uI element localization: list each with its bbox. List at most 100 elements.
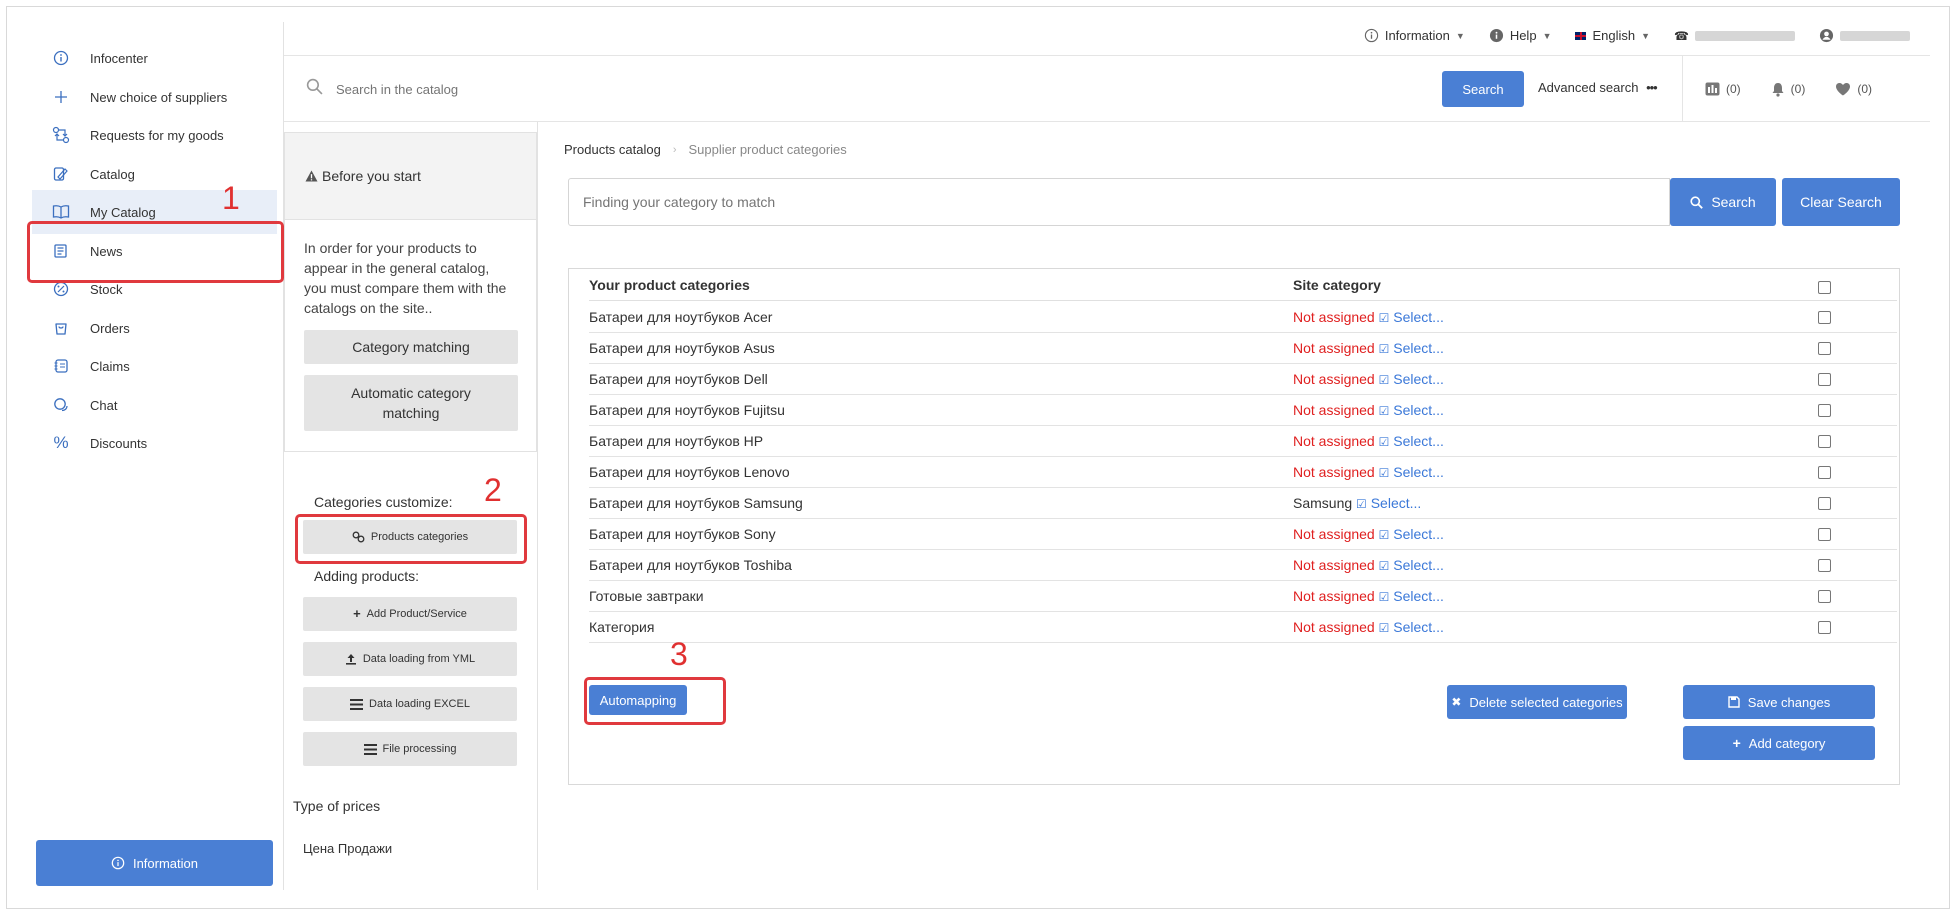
user-icon	[1819, 28, 1834, 43]
clear-search-button[interactable]: Clear Search	[1782, 178, 1900, 226]
save-icon	[1728, 696, 1740, 708]
row-checkbox[interactable]	[1818, 559, 1831, 572]
book-icon	[50, 201, 72, 223]
row-checkbox[interactable]	[1818, 466, 1831, 479]
edit-checkbox-icon: ☑	[1378, 311, 1390, 325]
favorites-count: (0)	[1857, 82, 1873, 96]
site-category-value: Not assigned	[1293, 433, 1375, 449]
table-row: Батареи для ноутбуков Fujitsu Not assigne…	[589, 395, 1897, 426]
category-name: Батареи для ноутбуков Asus	[589, 340, 775, 356]
select-category-link[interactable]: Select...	[1393, 619, 1444, 635]
category-name: Батареи для ноутбуков Acer	[589, 309, 773, 325]
site-category-cell: Not assigned ☑ Select...	[1293, 526, 1444, 542]
site-category-value: Not assigned	[1293, 402, 1375, 418]
select-category-link[interactable]: Select...	[1393, 433, 1444, 449]
row-checkbox[interactable]	[1818, 528, 1831, 541]
select-category-link[interactable]: Select...	[1393, 557, 1444, 573]
table-row: Готовые завтраки Not assigned ☑ Select...	[589, 581, 1897, 612]
data-loading-excel-button[interactable]: Data loading EXCEL	[303, 687, 517, 721]
table-row: Батареи для ноутбуков Acer Not assigned ☑…	[589, 302, 1897, 333]
row-checkbox[interactable]	[1818, 621, 1831, 634]
information-button[interactable]: Information	[36, 840, 273, 886]
category-name: Батареи для ноутбуков HP	[589, 433, 764, 449]
row-checkbox[interactable]	[1818, 342, 1831, 355]
category-search-input[interactable]	[568, 178, 1670, 226]
row-checkbox[interactable]	[1818, 404, 1831, 417]
information-button-label: Information	[132, 855, 199, 871]
bell-icon	[1771, 82, 1785, 97]
select-category-link[interactable]: Select...	[1371, 495, 1422, 511]
notifications-counter[interactable]: (0)	[1771, 82, 1805, 97]
user-name-redacted	[1840, 30, 1910, 41]
category-search-button[interactable]: Search	[1670, 178, 1776, 226]
add-category-button[interactable]: + Add category	[1683, 726, 1875, 760]
table-row: Батареи для ноутбуков Asus Not assigned ☑…	[589, 333, 1897, 364]
advanced-search-label: Advanced search	[1538, 80, 1639, 95]
header-counters: (0) (0) (0)	[1682, 56, 1872, 122]
edit-checkbox-icon: ☑	[1356, 497, 1367, 511]
sidebar-item-label: New choice of suppliers	[90, 89, 228, 105]
select-category-link[interactable]: Select...	[1393, 464, 1444, 480]
annotation-box-1	[27, 221, 284, 283]
select-category-link[interactable]: Select...	[1393, 371, 1444, 387]
advanced-search-link[interactable]: Advanced search •••	[1538, 80, 1658, 95]
information-menu[interactable]: Information ▼	[1364, 28, 1465, 43]
select-all-checkbox[interactable]	[1818, 281, 1831, 294]
catalog-icon	[50, 163, 72, 185]
sidebar-item-claims[interactable]: Claims	[32, 344, 277, 388]
row-checkbox[interactable]	[1818, 373, 1831, 386]
row-checkbox[interactable]	[1818, 311, 1831, 324]
breadcrumb: Products catalog › Supplier product cate…	[564, 142, 847, 157]
caret-down-icon: ▼	[1641, 30, 1651, 41]
site-category-value: Not assigned	[1293, 619, 1375, 635]
automatic-category-matching-button[interactable]: Automatic category matching	[304, 375, 518, 431]
search-button[interactable]: Search	[1442, 71, 1524, 107]
help-menu-label: Help	[1509, 28, 1537, 43]
sidebar-item-discounts[interactable]: % Discounts	[32, 421, 277, 465]
sidebar-item-infocenter[interactable]: Infocenter	[32, 36, 277, 80]
favorites-counter[interactable]: (0)	[1835, 82, 1872, 96]
price-type-item[interactable]: Цена Продажи	[303, 841, 392, 856]
data-loading-excel-label: Data loading EXCEL	[369, 698, 470, 710]
delete-selected-categories-button[interactable]: ✖ Delete selected categories	[1447, 685, 1627, 719]
site-category-cell: Not assigned ☑ Select...	[1293, 464, 1444, 480]
select-category-link[interactable]: Select...	[1393, 588, 1444, 604]
sidebar-item-label: Chat	[90, 397, 118, 413]
user-menu[interactable]	[1819, 28, 1910, 43]
site-category-cell: Not assigned ☑ Select...	[1293, 340, 1444, 356]
row-checkbox[interactable]	[1818, 497, 1831, 510]
site-category-value: Not assigned	[1293, 557, 1375, 573]
category-matching-button[interactable]: Category matching	[304, 330, 518, 364]
sidebar-item-label: Orders	[90, 320, 130, 336]
save-changes-button[interactable]: Save changes	[1683, 685, 1875, 719]
file-processing-button[interactable]: File processing	[303, 732, 517, 766]
table-row: Батареи для ноутбуков HP Not assigned ☑ S…	[589, 426, 1897, 457]
breadcrumb-current: Supplier product categories	[688, 142, 847, 157]
compare-count: (0)	[1726, 82, 1741, 96]
category-matching-label: Category matching	[352, 339, 470, 355]
table-row: Батареи для ноутбуков Sony Not assigned ☑…	[589, 519, 1897, 550]
site-category-cell: Not assigned ☑ Select...	[1293, 433, 1444, 449]
select-category-link[interactable]: Select...	[1393, 309, 1444, 325]
search-button-label: Search	[1462, 81, 1504, 97]
category-name: Готовые завтраки	[589, 588, 704, 604]
select-category-link[interactable]: Select...	[1393, 526, 1444, 542]
data-loading-yml-button[interactable]: Data loading from YML	[303, 642, 517, 676]
site-category-value: Not assigned	[1293, 464, 1375, 480]
row-checkbox[interactable]	[1818, 435, 1831, 448]
info-icon	[1364, 28, 1379, 43]
edit-checkbox-icon: ☑	[1378, 559, 1390, 573]
language-menu[interactable]: English ▼	[1575, 28, 1650, 43]
more-dots-icon: •••	[1646, 80, 1658, 95]
catalog-search-input[interactable]	[336, 78, 1136, 100]
search-icon	[1690, 195, 1704, 209]
add-product-button[interactable]: + Add Product/Service	[303, 597, 517, 631]
row-checkbox[interactable]	[1818, 590, 1831, 603]
sidebar-item-requests[interactable]: Requests for my goods	[32, 113, 277, 157]
compare-counter[interactable]: (0)	[1705, 82, 1741, 96]
select-category-link[interactable]: Select...	[1393, 340, 1444, 356]
select-category-link[interactable]: Select...	[1393, 402, 1444, 418]
annotation-number-1: 1	[222, 180, 240, 216]
help-menu[interactable]: Help ▼	[1489, 28, 1551, 43]
breadcrumb-products-catalog[interactable]: Products catalog	[564, 142, 661, 157]
